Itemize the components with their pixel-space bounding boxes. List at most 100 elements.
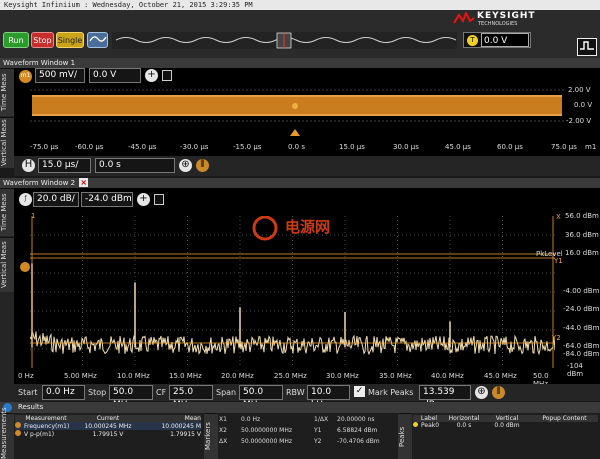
fft-y-tick: 36.0 dBm: [565, 231, 599, 239]
tab-peaks[interactable]: Peaks: [398, 413, 412, 459]
rbw-field[interactable]: 10.0 kHz: [307, 385, 350, 410]
col-current: Current: [96, 415, 120, 422]
col-mean: Mean: [184, 415, 201, 422]
fft-x-tick: 0 Hz: [18, 372, 34, 380]
fft-y-tick: -44.0 dBm: [563, 324, 600, 332]
single-button[interactable]: Single: [56, 32, 84, 48]
close-icon[interactable]: ×: [79, 178, 89, 187]
trigger-level-control[interactable]: T 0.0 V: [463, 32, 531, 48]
col-label: Label: [420, 415, 438, 422]
inv-dx-value: 20.00000 ns: [337, 416, 375, 423]
waveform1-trace: [30, 85, 564, 125]
dx-label: ΔX: [219, 438, 228, 445]
mark-peaks-threshold-field[interactable]: 13.539 dBm: [419, 385, 471, 410]
run-button[interactable]: Run: [3, 32, 29, 48]
fft-offset-field[interactable]: -24.0 dBm: [81, 192, 133, 207]
brand-sub: TECHNOLOGIES: [478, 21, 518, 27]
trigger-position-marker[interactable]: [290, 129, 300, 136]
center-frequency-label: CF: [156, 388, 167, 397]
measurement-name-cell: Frequency(m1): [15, 422, 77, 430]
waveform-window-1-title: Waveform Window 1: [0, 58, 600, 68]
tab-vertical-meas-2[interactable]: Vertical Meas: [0, 237, 14, 292]
fft-y-tick: -4.00 dBm: [563, 287, 600, 295]
window-options-icon-2[interactable]: [154, 194, 164, 205]
tab-vertical-meas-1[interactable]: Vertical Meas: [0, 117, 14, 168]
horizontal-position-field[interactable]: 0.0 s: [95, 158, 175, 173]
add-measurement-icon[interactable]: +: [145, 69, 158, 82]
table-row[interactable]: Peak0 0.0 s 0.0 dBm: [413, 422, 598, 429]
waveform-window-2-label: Waveform Window 2: [3, 179, 76, 187]
m1-scale-field[interactable]: 500 mV/: [35, 68, 85, 83]
y1-label: Y1: [314, 427, 322, 434]
peaks-header-row: Label Horizontal Vertical Popup Content: [413, 415, 598, 422]
main-menu-button[interactable]: [577, 38, 597, 56]
tab-measurements[interactable]: Measurements: [0, 407, 14, 459]
fft-y-tick: -24.0 dBm: [563, 305, 600, 313]
stop-frequency-field[interactable]: 50.0 MHz: [109, 385, 153, 410]
w1-x-tick: 45.0 µs: [445, 143, 471, 151]
tab-time-meas-2[interactable]: Time Meas: [0, 188, 14, 236]
w1-x-tick: 75.0 µs: [551, 143, 577, 151]
keysight-logo: KEYSIGHT TECHNOLOGIES: [452, 11, 588, 29]
window-options-icon[interactable]: [162, 70, 172, 81]
timebase-field[interactable]: 15.0 µs/: [38, 158, 91, 173]
w1-x-tick: -45.0 µs: [128, 143, 157, 151]
start-frequency-field[interactable]: 0.0 Hz: [42, 385, 85, 400]
zoom-icon[interactable]: ⊕: [179, 159, 192, 172]
horizontal-tag[interactable]: H: [22, 159, 35, 172]
waveform-window-2-title: Waveform Window 2 ×: [0, 178, 600, 188]
toolbar: Run Stop Single T 0.0 V KEYSIGHT TECHNOL…: [0, 10, 600, 58]
waveform-menu-icon: [580, 41, 594, 50]
results-header: Results: [0, 402, 600, 413]
fft-zoom-icon[interactable]: ⊕: [475, 386, 488, 399]
fft-y-tick: 56.0 dBm: [565, 212, 599, 220]
channel-fft-tag[interactable]: ƒ: [19, 193, 32, 206]
fft-scale-field[interactable]: 20.0 dB/: [33, 192, 79, 207]
span-field[interactable]: 50.0 MHz: [239, 385, 283, 410]
col-popup-content: Popup Content: [542, 415, 587, 422]
m1-offset-field[interactable]: 0.0 V: [89, 68, 141, 83]
fft-y-tick: 16.0 dBm: [565, 249, 599, 257]
measurements-header-row: Measurement Current Mean: [15, 415, 201, 422]
w1-x-tick: -30.0 µs: [180, 143, 209, 151]
fft-ground-marker[interactable]: [20, 262, 30, 272]
fft-x-tick: 45.0 MHz: [484, 372, 517, 380]
table-row[interactable]: Frequency(m1) 10.000245 MHz 10.000245 M: [15, 422, 201, 430]
peak-horizontal: 0.0 s: [456, 422, 472, 429]
marker-1-label: 1: [31, 212, 36, 220]
window-title-bar: Keysight Infiniium : Wednesday, October …: [0, 0, 600, 10]
stop-button[interactable]: Stop: [31, 32, 54, 48]
x2-label: X2: [219, 427, 227, 434]
x1-label: X1: [219, 416, 227, 423]
channel-m1-tag[interactable]: m1: [19, 70, 32, 83]
waveform2-side-tabs: Time Meas Vertical Meas: [0, 188, 14, 402]
trigger-level-value[interactable]: 0.0 V: [481, 33, 529, 47]
keysight-wave-icon: [453, 12, 475, 24]
autoscale-icon: [88, 36, 107, 42]
add-measurement-icon-2[interactable]: +: [137, 193, 150, 206]
table-row[interactable]: V p-p(m1) 1.79915 V 1.79915 V: [15, 430, 201, 438]
peaks-table: Label Horizontal Vertical Popup Content …: [413, 415, 598, 429]
fft-x-tick: 40.0 MHz: [431, 372, 464, 380]
tab-time-meas-1[interactable]: Time Meas: [0, 68, 14, 116]
w1-x-tick: -60.0 µs: [75, 143, 104, 151]
w1-x-axis: -75.0 µs -60.0 µs -45.0 µs -30.0 µs -15.…: [30, 143, 600, 153]
center-frequency-field[interactable]: 25.0 MHz: [169, 385, 213, 410]
fft-y-tick: -64.0 dBm: [563, 342, 600, 350]
w1-x-unit: m1: [585, 143, 597, 151]
fft-y-tick: -104 dBm: [567, 362, 584, 378]
measurement-mean: 1.79915 V: [170, 430, 201, 438]
span-label: Span: [216, 388, 237, 397]
measurement-name: Frequency(m1): [24, 423, 70, 430]
fft-options-icon[interactable]: ⦀: [492, 386, 505, 399]
col-vertical: Vertical: [495, 415, 519, 422]
autoscale-button[interactable]: [87, 32, 108, 48]
start-label: Start: [18, 388, 38, 397]
w1-y-label-top: 2.00 V: [568, 86, 591, 94]
col-horizontal: Horizontal: [448, 415, 480, 422]
horizontal-options-icon[interactable]: ⦀: [196, 159, 209, 172]
tab-markers[interactable]: Markers: [204, 413, 218, 459]
mark-peaks-checkbox[interactable]: ✓: [354, 386, 365, 397]
mark-peaks-label: Mark Peaks: [368, 388, 414, 397]
y2-marker-label: Y2: [552, 334, 561, 342]
